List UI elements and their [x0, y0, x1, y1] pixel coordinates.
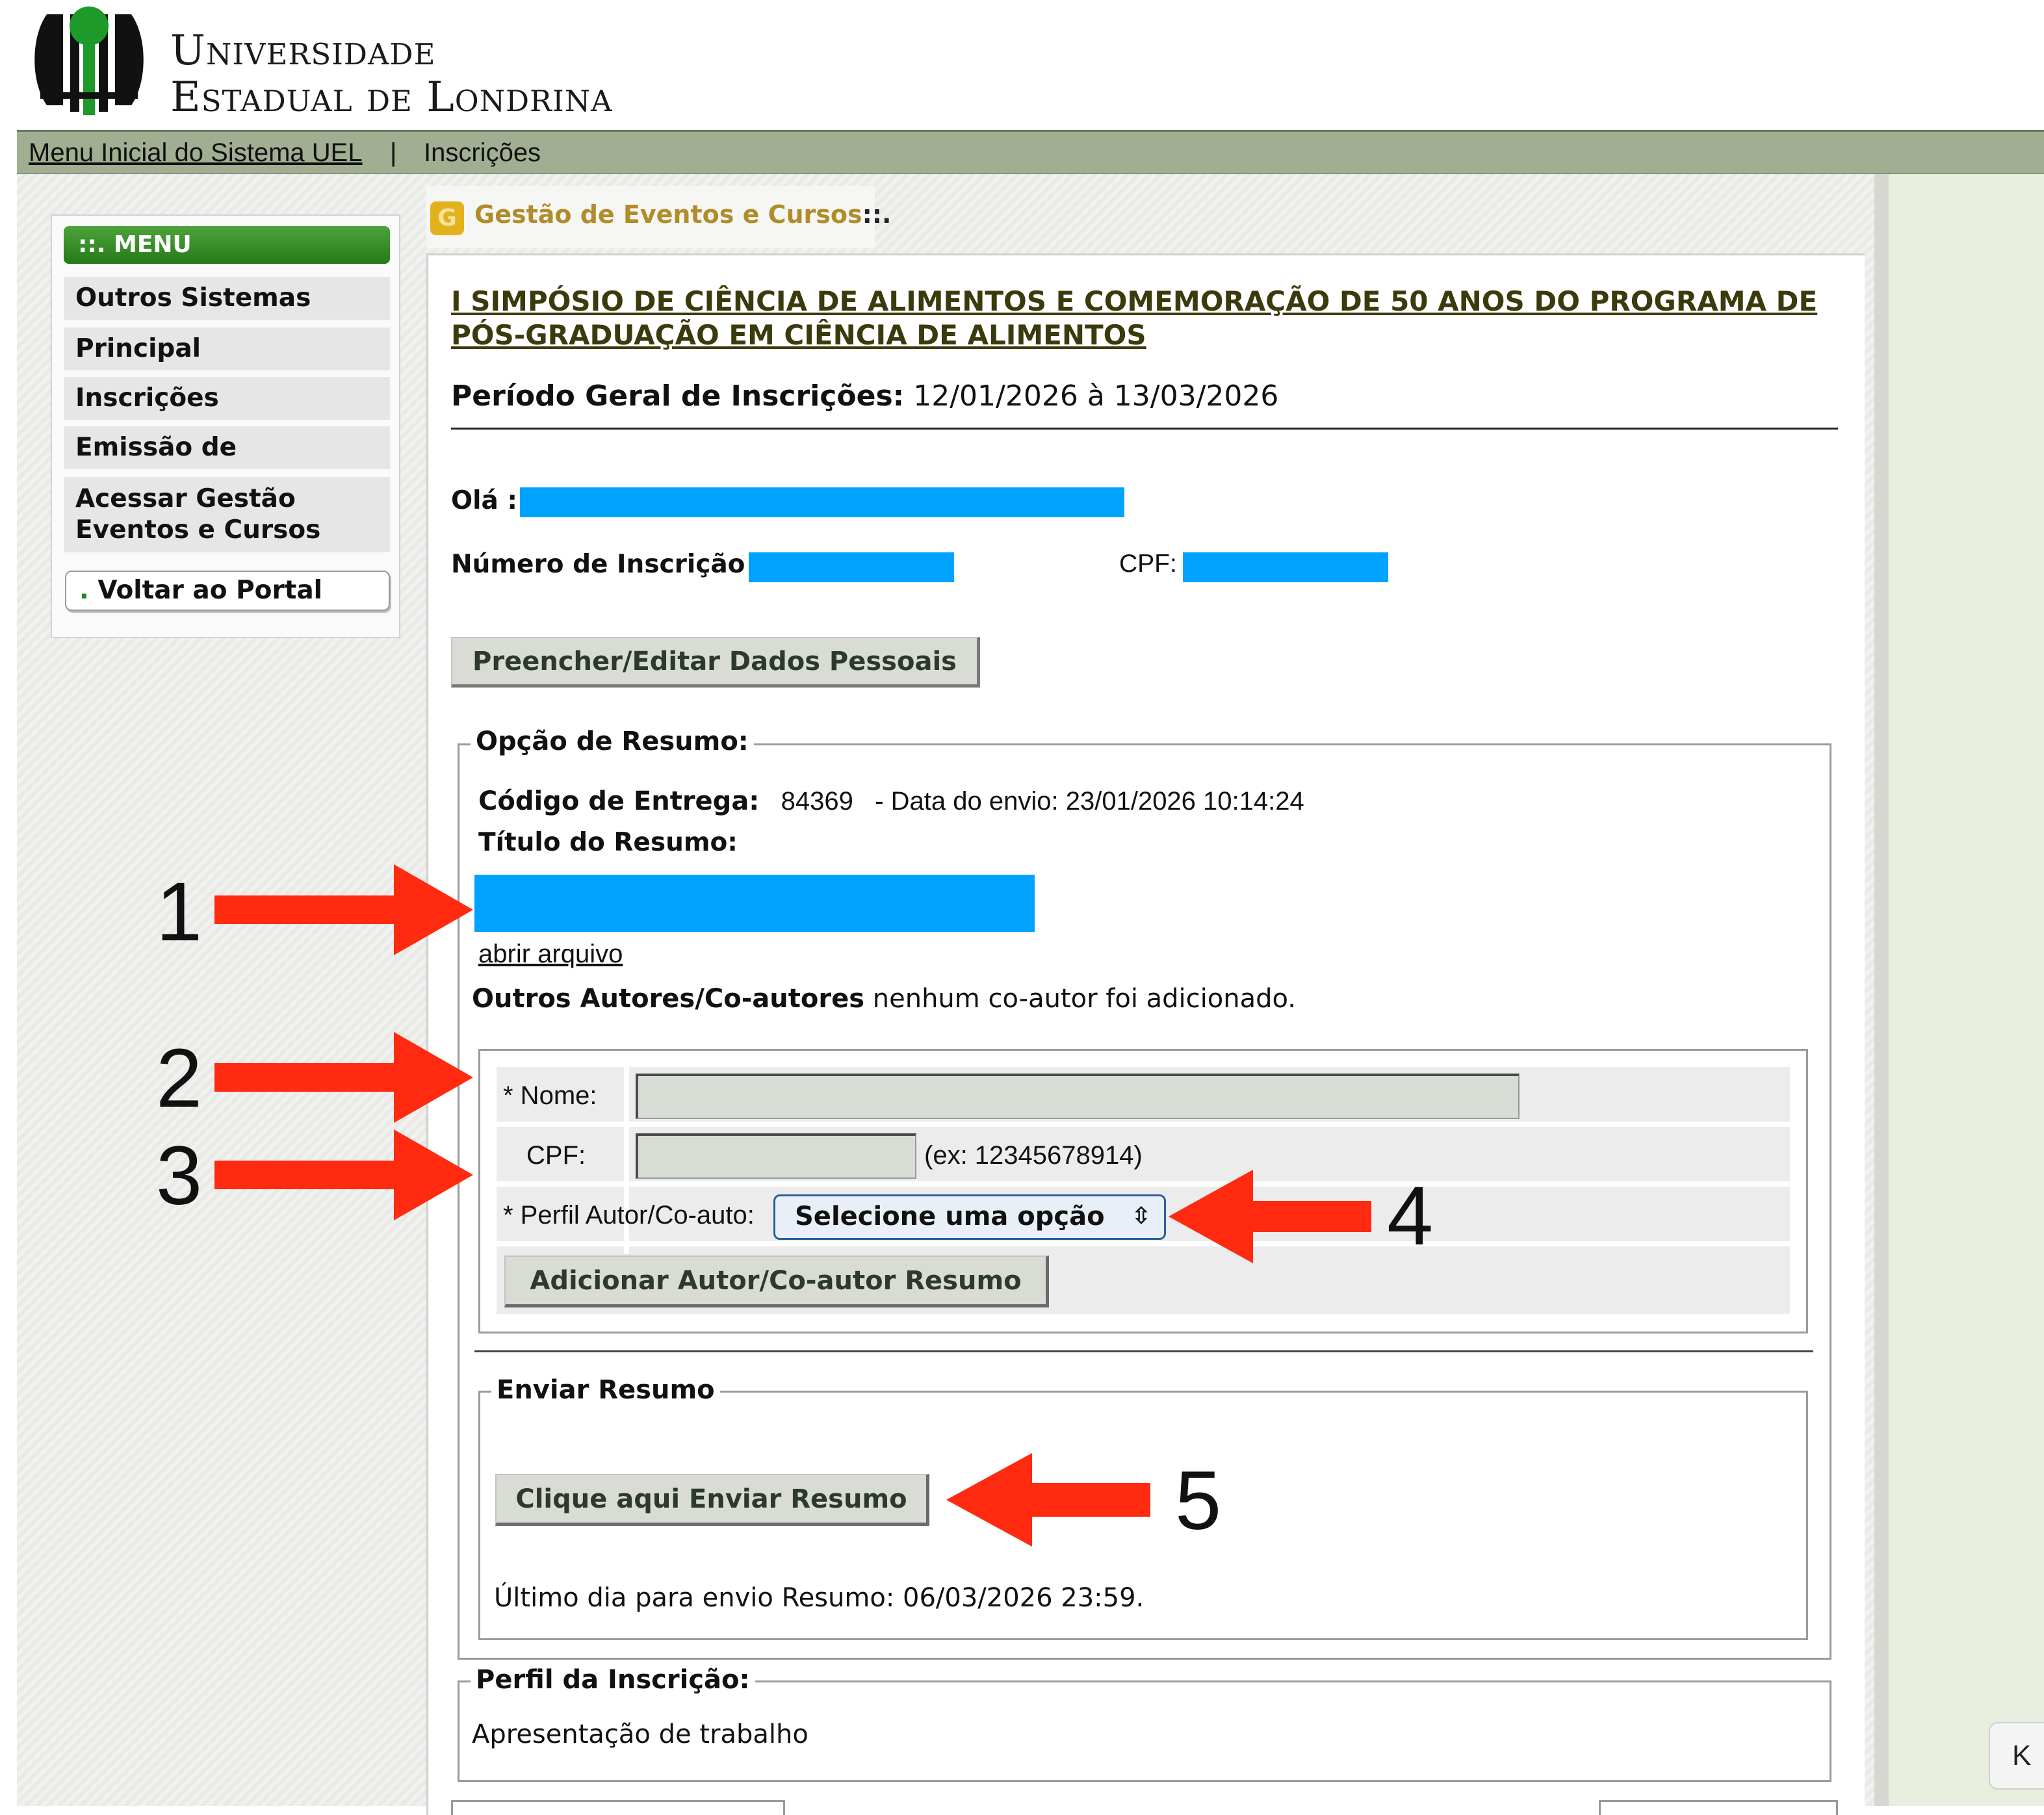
annotation-number-2: 2: [156, 1032, 203, 1125]
annotation-number-5: 5: [1175, 1454, 1222, 1547]
red-arrow-icon: [946, 1453, 1150, 1547]
annotation-number-4: 4: [1387, 1170, 1434, 1263]
annotation-number-3: 3: [156, 1129, 203, 1222]
red-arrow-icon: [214, 864, 473, 955]
annotation-number-1: 1: [156, 866, 203, 959]
red-arrow-icon: [1169, 1170, 1371, 1263]
red-arrow-icon: [214, 1032, 473, 1123]
red-arrow-icon: [214, 1129, 473, 1220]
annotation-arrows: [214, 864, 1371, 1547]
